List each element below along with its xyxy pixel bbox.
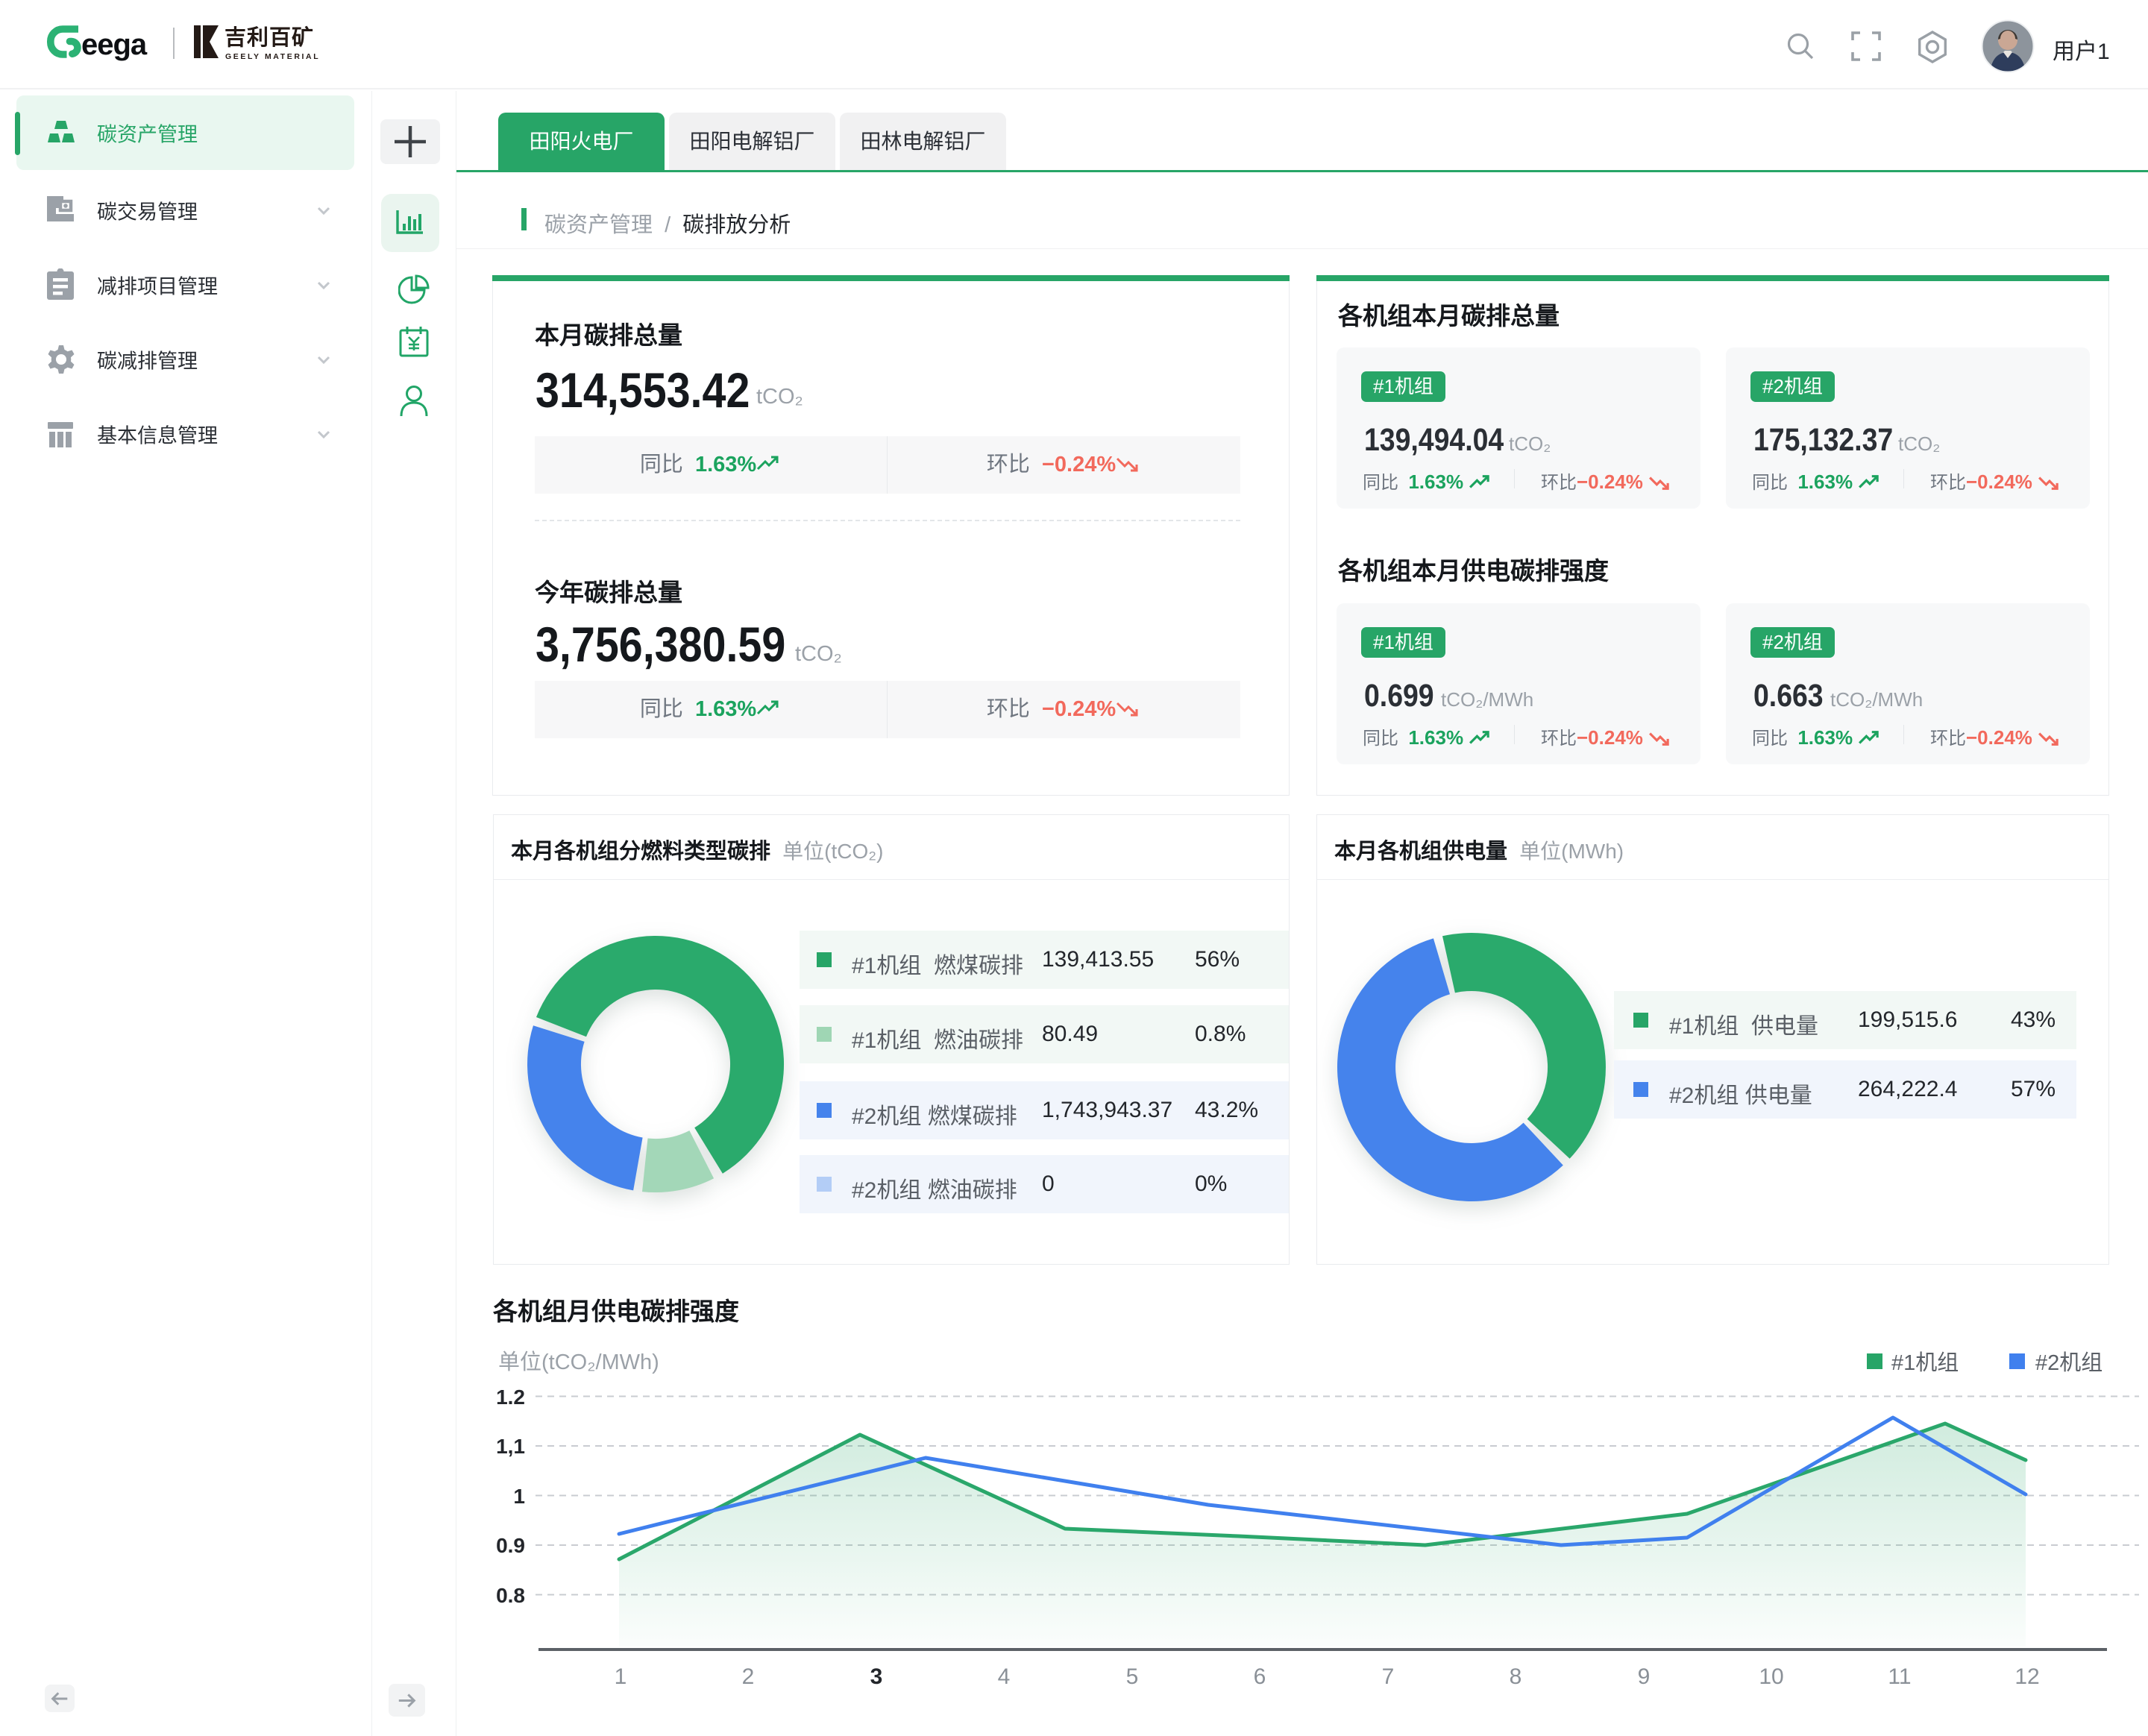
svg-text:#1机组: #1机组 (1891, 1350, 1959, 1375)
svg-text:8: 8 (1510, 1664, 1522, 1689)
svg-text:1.2: 1.2 (496, 1386, 525, 1409)
svg-text:9: 9 (1638, 1664, 1651, 1689)
svg-text:#2机组: #2机组 (2035, 1350, 2103, 1375)
svg-text:单位(tCO₂/MWh): 单位(tCO₂/MWh) (498, 1350, 659, 1374)
svg-text:12: 12 (2014, 1664, 2039, 1689)
svg-text:GEELY MATERIAL: GEELY MATERIAL (225, 52, 320, 61)
svg-text:3: 3 (870, 1664, 883, 1689)
svg-text:0.9: 0.9 (496, 1534, 525, 1557)
svg-text:0.8: 0.8 (496, 1584, 525, 1607)
svg-text:5: 5 (1126, 1664, 1139, 1689)
svg-text:各机组月供电碳排强度: 各机组月供电碳排强度 (492, 1298, 739, 1325)
svg-text:eega: eega (81, 28, 148, 61)
svg-text:11: 11 (1888, 1664, 1911, 1689)
svg-text:7: 7 (1382, 1664, 1395, 1689)
svg-text:1: 1 (615, 1664, 627, 1689)
svg-text:6: 6 (1254, 1664, 1266, 1689)
svg-text:吉利百矿: 吉利百矿 (224, 25, 314, 50)
svg-text:1,1: 1,1 (496, 1435, 525, 1458)
svg-text:1: 1 (513, 1485, 525, 1508)
svg-text:10: 10 (1759, 1664, 1783, 1689)
svg-text:4: 4 (998, 1664, 1011, 1689)
svg-text:2: 2 (742, 1664, 755, 1689)
